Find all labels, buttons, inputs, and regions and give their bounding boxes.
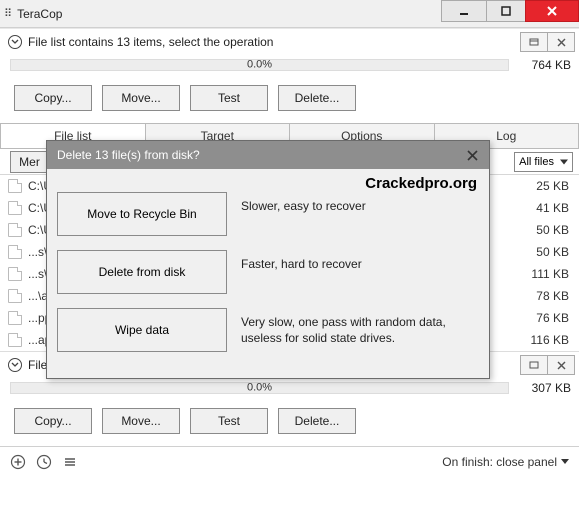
- delete-dialog: Delete 13 file(s) from disk? Crackedpro.…: [46, 140, 490, 379]
- status-bar: On finish: close panel: [0, 446, 579, 476]
- file-icon: [8, 223, 22, 237]
- watermark: Crackedpro.org: [57, 173, 479, 192]
- collapse-icon[interactable]: [8, 35, 22, 49]
- close-panel-button[interactable]: [547, 355, 575, 375]
- window-title: TeraCop: [17, 7, 442, 21]
- test-button[interactable]: Test: [190, 408, 268, 434]
- move-button[interactable]: Move...: [102, 85, 180, 111]
- file-size: 50 KB: [509, 223, 569, 237]
- close-panel-button[interactable]: [547, 32, 575, 52]
- progress-pct: 0.0%: [247, 381, 272, 393]
- info-text: File list contains 13 items, select the …: [28, 35, 273, 49]
- progress-pct: 0.0%: [247, 58, 272, 70]
- file-size: 116 KB: [509, 333, 569, 347]
- on-finish-label[interactable]: On finish: close panel: [442, 455, 557, 469]
- dialog-option-button[interactable]: Move to Recycle Bin: [57, 192, 227, 236]
- file-icon: [8, 333, 22, 347]
- merge-button[interactable]: Mer: [10, 151, 48, 173]
- dialog-close-button[interactable]: [461, 145, 483, 165]
- file-icon: [8, 201, 22, 215]
- file-size: 25 KB: [509, 179, 569, 193]
- total-size: 307 KB: [519, 381, 571, 395]
- progress-bar: 0.0%: [10, 382, 509, 394]
- file-icon: [8, 289, 22, 303]
- dialog-option-button[interactable]: Wipe data: [57, 308, 227, 352]
- copy-button[interactable]: Copy...: [14, 408, 92, 434]
- history-button[interactable]: [32, 451, 56, 473]
- collapse-icon[interactable]: [8, 358, 22, 372]
- file-icon: [8, 179, 22, 193]
- total-size: 764 KB: [519, 58, 571, 72]
- file-icon: [8, 245, 22, 259]
- copy-button[interactable]: Copy...: [14, 85, 92, 111]
- dialog-option-desc: Faster, hard to recover: [241, 250, 362, 272]
- maximize-button[interactable]: [486, 0, 526, 22]
- maximize-panel-button[interactable]: [520, 355, 548, 375]
- dialog-title: Delete 13 file(s) from disk?: [57, 148, 200, 162]
- maximize-panel-button[interactable]: [520, 32, 548, 52]
- add-button[interactable]: [6, 451, 30, 473]
- filter-select[interactable]: All files: [514, 152, 573, 172]
- app-icon: ⠿: [4, 7, 11, 20]
- dialog-option-desc: Very slow, one pass with random data, us…: [241, 308, 465, 346]
- close-button[interactable]: [525, 0, 579, 22]
- move-button[interactable]: Move...: [102, 408, 180, 434]
- menu-button[interactable]: [58, 451, 82, 473]
- file-icon: [8, 311, 22, 325]
- minimize-button[interactable]: [441, 0, 487, 22]
- file-size: 111 KB: [509, 267, 569, 281]
- file-size: 41 KB: [509, 201, 569, 215]
- test-button[interactable]: Test: [190, 85, 268, 111]
- chevron-down-icon[interactable]: [561, 459, 569, 464]
- progress-bar: 0.0%: [10, 59, 509, 71]
- file-icon: [8, 267, 22, 281]
- file-size: 76 KB: [509, 311, 569, 325]
- dialog-option-desc: Slower, easy to recover: [241, 192, 366, 214]
- dialog-option-button[interactable]: Delete from disk: [57, 250, 227, 294]
- file-size: 50 KB: [509, 245, 569, 259]
- delete-button[interactable]: Delete...: [278, 85, 356, 111]
- file-size: 78 KB: [509, 289, 569, 303]
- delete-button[interactable]: Delete...: [278, 408, 356, 434]
- titlebar: ⠿ TeraCop: [0, 0, 579, 28]
